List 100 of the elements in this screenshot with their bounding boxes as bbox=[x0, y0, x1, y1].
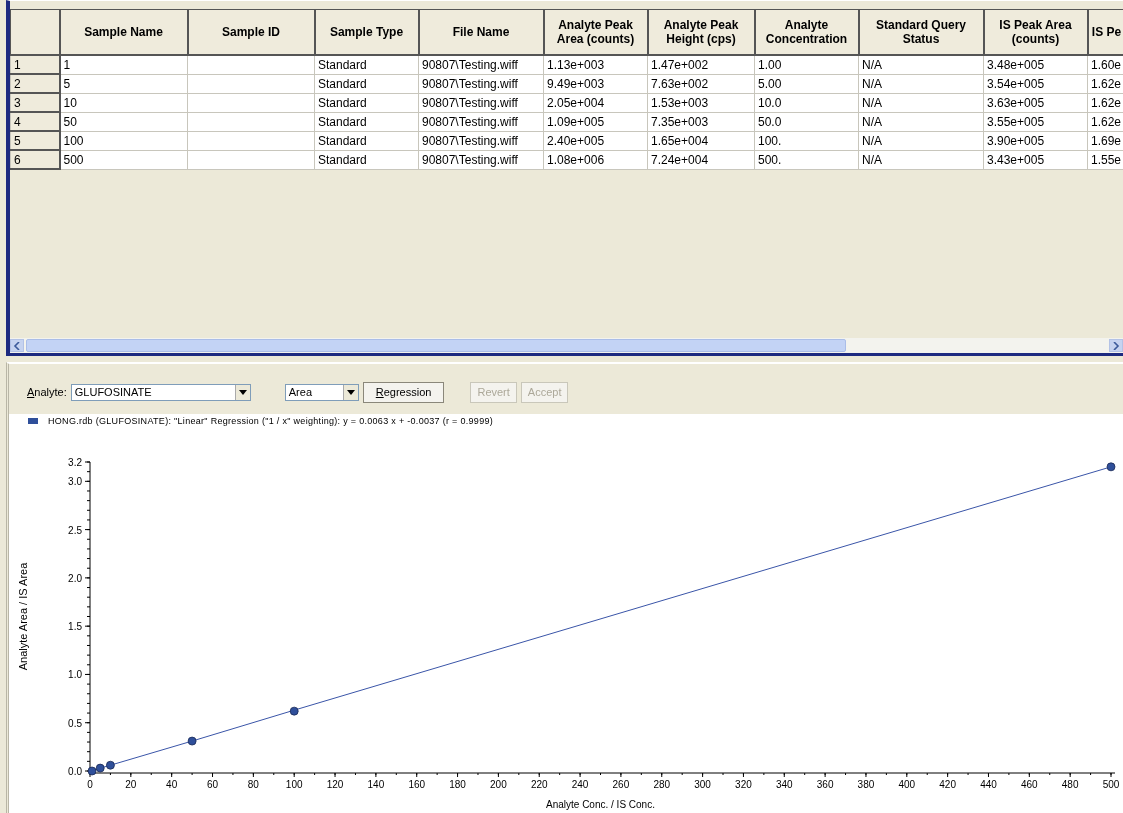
scrollbar-thumb[interactable] bbox=[26, 339, 846, 352]
x-tick-label: 500 bbox=[1102, 779, 1120, 790]
column-header[interactable]: Analyte Peak Height (cps) bbox=[647, 9, 755, 55]
table-cell: 100 bbox=[63, 133, 84, 148]
data-point bbox=[87, 766, 97, 776]
table-cell: 1.13e+003 bbox=[547, 57, 605, 72]
table-cell: 1.53e+003 bbox=[651, 95, 709, 110]
table-cell: 1.09e+005 bbox=[547, 114, 605, 129]
data-point bbox=[289, 706, 299, 716]
x-tick-label: 340 bbox=[775, 779, 793, 790]
table-cell: Standard bbox=[318, 95, 367, 110]
table-cell: 2.05e+004 bbox=[547, 95, 605, 110]
table-cell: 3.90e+005 bbox=[987, 133, 1045, 148]
table-cell: 90807\Testing.wiff bbox=[422, 95, 518, 110]
column-header[interactable]: Standard Query Status bbox=[858, 9, 984, 55]
analyte-label: Analyte: bbox=[27, 386, 67, 398]
x-tick-label: 280 bbox=[653, 779, 671, 790]
table-cell: 1.65e+004 bbox=[651, 133, 709, 148]
x-tick-label: 180 bbox=[449, 779, 466, 790]
horizontal-scrollbar[interactable] bbox=[10, 338, 1123, 353]
table-cell: N/A bbox=[862, 95, 882, 110]
table-cell: 500. bbox=[758, 152, 782, 167]
x-tick-label: 260 bbox=[612, 779, 630, 790]
table-cell: N/A bbox=[862, 152, 882, 167]
column-header[interactable]: Sample ID bbox=[187, 9, 315, 55]
y-tick-label: 2.0 bbox=[68, 572, 82, 584]
y-axis-title: Analyte Area / IS Area bbox=[17, 562, 29, 671]
column-header[interactable]: Analyte Concentration bbox=[754, 9, 859, 55]
table-cell: 3.48e+005 bbox=[987, 57, 1045, 72]
x-tick-label: 240 bbox=[571, 779, 589, 790]
table-cell: 90807\Testing.wiff bbox=[422, 152, 518, 167]
table-cell: 90807\Testing.wiff bbox=[422, 133, 518, 148]
x-tick-label: 220 bbox=[530, 779, 548, 790]
y-tick-label: 0.0 bbox=[68, 766, 82, 777]
table-cell: 10.0 bbox=[758, 95, 782, 110]
x-tick-label: 0 bbox=[87, 779, 93, 790]
x-tick-label: 20 bbox=[125, 779, 137, 790]
table-cell: 500 bbox=[63, 152, 84, 167]
table-cell: 1.62e bbox=[1091, 114, 1122, 129]
y-tick-label: 1.5 bbox=[68, 621, 82, 633]
x-tick-label: 480 bbox=[1061, 779, 1079, 790]
dropdown-caret-icon[interactable] bbox=[342, 384, 358, 400]
x-tick-label: 320 bbox=[735, 779, 752, 790]
table-cell: N/A bbox=[862, 114, 882, 129]
table-cell: 5.00 bbox=[758, 76, 782, 91]
table-cell: 1.47e+002 bbox=[651, 57, 709, 72]
x-tick-label: 300 bbox=[694, 779, 711, 790]
table-cell: 9.49e+003 bbox=[547, 76, 605, 91]
x-tick-label: 140 bbox=[367, 779, 385, 790]
table-cell: 7.35e+003 bbox=[651, 114, 709, 129]
table-cell: 7.63e+002 bbox=[651, 76, 709, 91]
table-cell: 1.60e bbox=[1091, 57, 1122, 72]
y-tick-label: 1.0 bbox=[68, 669, 82, 681]
x-tick-label: 40 bbox=[166, 779, 178, 790]
x-tick-label: 420 bbox=[939, 779, 956, 790]
table-cell: 10 bbox=[63, 95, 77, 110]
table-cell: N/A bbox=[862, 76, 882, 91]
x-tick-label: 200 bbox=[490, 779, 507, 790]
table-cell: 3.63e+005 bbox=[987, 95, 1045, 110]
column-header[interactable]: Sample Name bbox=[59, 9, 188, 55]
table-cell: 1.08e+006 bbox=[547, 152, 605, 167]
table-cell: 2.40e+005 bbox=[547, 133, 605, 148]
x-axis-title: Analyte Conc. / IS Conc. bbox=[546, 799, 655, 810]
scroll-left-icon[interactable] bbox=[10, 339, 24, 352]
mode-dropdown[interactable]: Area bbox=[284, 383, 359, 401]
table-cell: 1.62e bbox=[1091, 76, 1122, 91]
y-tick-label: 0.5 bbox=[68, 717, 82, 729]
table-cell: 3.54e+005 bbox=[987, 76, 1045, 91]
table-cell: Standard bbox=[318, 114, 367, 129]
analyte-dropdown[interactable]: GLUFOSINATE bbox=[70, 383, 251, 401]
x-tick-label: 80 bbox=[247, 779, 259, 790]
table-cell: 3.43e+005 bbox=[987, 152, 1045, 167]
table-cell: 100. bbox=[758, 133, 782, 148]
table-cell: Standard bbox=[318, 133, 367, 148]
x-tick-label: 360 bbox=[816, 779, 834, 790]
column-header[interactable]: Analyte Peak Area (counts) bbox=[543, 9, 648, 55]
column-header[interactable]: IS Pe bbox=[1087, 9, 1123, 55]
y-tick-label: 3.2 bbox=[68, 457, 82, 468]
table-cell: 1.55e bbox=[1091, 152, 1122, 167]
table-cell: Standard bbox=[318, 76, 367, 91]
table-cell: 50.0 bbox=[758, 114, 782, 129]
table-cell: 1.62e bbox=[1091, 95, 1122, 110]
column-header[interactable]: IS Peak Area (counts) bbox=[983, 9, 1088, 55]
table-cell: 50 bbox=[63, 114, 77, 129]
y-tick-label: 3.0 bbox=[68, 476, 82, 488]
x-tick-label: 60 bbox=[206, 779, 219, 790]
table-cell: 1.69e bbox=[1091, 133, 1122, 148]
table-cell: N/A bbox=[862, 133, 882, 148]
data-point bbox=[1106, 462, 1116, 472]
column-header[interactable]: Sample Type bbox=[314, 9, 419, 55]
table-cell: N/A bbox=[862, 57, 882, 72]
scroll-right-icon[interactable] bbox=[1109, 339, 1123, 352]
x-tick-label: 440 bbox=[980, 779, 997, 790]
toolbar-button[interactable]: Regression bbox=[362, 381, 445, 403]
column-header[interactable]: File Name bbox=[418, 9, 544, 55]
x-tick-label: 120 bbox=[326, 779, 344, 790]
table-cell: 90807\Testing.wiff bbox=[422, 57, 518, 72]
data-point bbox=[187, 736, 197, 746]
y-tick-label: 2.5 bbox=[68, 524, 82, 536]
dropdown-caret-icon[interactable] bbox=[234, 384, 250, 400]
